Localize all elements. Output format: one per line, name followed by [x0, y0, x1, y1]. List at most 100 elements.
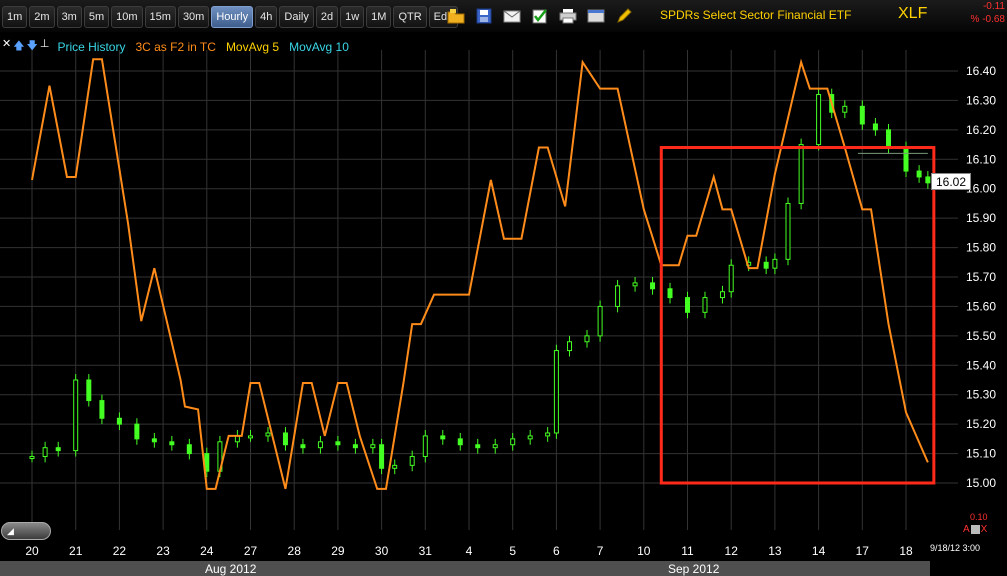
- month-label-aug: Aug 2012: [205, 562, 257, 576]
- candle-body: [615, 285, 621, 307]
- candle-body: [632, 282, 638, 287]
- candle-body: [597, 305, 603, 337]
- chart-scroll-thumb[interactable]: ◢: [1, 522, 51, 540]
- close-x-icon[interactable]: X: [981, 524, 988, 535]
- candle-body: [370, 444, 376, 449]
- y-tick-label: 15.90: [966, 211, 996, 225]
- candle-body: [859, 105, 865, 125]
- candle-body: [248, 435, 253, 439]
- x-tick-label: 7: [597, 544, 604, 558]
- x-tick-label: 23: [156, 544, 170, 558]
- y-tick-label: 15.60: [966, 299, 996, 313]
- y-tick-label: 15.80: [966, 241, 996, 255]
- folder-icon[interactable]: [446, 7, 466, 25]
- legend-price-history[interactable]: Price History: [57, 40, 125, 54]
- candle-body: [584, 335, 590, 343]
- timeframe-button-15m[interactable]: 15m: [144, 6, 176, 28]
- timeframe-button-qtr[interactable]: QTR: [393, 6, 427, 28]
- y-tick-label: 16.10: [966, 152, 996, 166]
- timeframe-button-2m[interactable]: 2m: [29, 6, 55, 28]
- candle-body: [134, 423, 140, 440]
- candle-body: [719, 291, 725, 299]
- price-chart: 16.4016.3016.2016.1016.0015.9015.8015.70…: [0, 50, 996, 558]
- x-tick-label: 28: [288, 544, 302, 558]
- candle-body: [300, 444, 306, 449]
- y-tick-label: 15.70: [966, 270, 996, 284]
- candle-body: [475, 444, 481, 449]
- timeframe-button-3m[interactable]: 3m: [56, 6, 82, 28]
- save-icon[interactable]: [474, 7, 494, 25]
- candle-body: [440, 435, 446, 440]
- checkbox-icon[interactable]: [530, 7, 550, 25]
- candle-body: [409, 456, 415, 466]
- chart-grid: [0, 50, 958, 530]
- candle-body: [317, 441, 323, 449]
- arrow-up-icon[interactable]: 🡅: [13, 37, 24, 56]
- candle-body: [422, 435, 428, 458]
- candle-body: [567, 341, 573, 352]
- legend: ✕ 🡅 🡇 ⊥ Price History 3C as F2 in TC Mov…: [2, 37, 359, 56]
- grip-icon: ◢: [7, 526, 14, 536]
- candle-body: [55, 447, 61, 452]
- x-tick-label: 27: [244, 544, 258, 558]
- timeframe-button-2d[interactable]: 2d: [315, 6, 339, 28]
- arrow-down-icon[interactable]: 🡇: [27, 37, 38, 56]
- timestamp: 9/18/12 3:00: [930, 543, 981, 553]
- highlight-box: [659, 146, 936, 485]
- candle-body: [816, 94, 822, 146]
- legend-3c-indicator[interactable]: 3C as F2 in TC: [135, 40, 215, 54]
- timeframe-button-hourly[interactable]: Hourly: [211, 6, 254, 28]
- candle-body: [798, 144, 804, 204]
- month-bar: Aug 2012 Sep 2012: [0, 561, 930, 576]
- candle-body: [667, 288, 673, 299]
- timeframe-button-daily[interactable]: Daily: [279, 6, 314, 28]
- pin-icon[interactable]: ⊥: [40, 37, 50, 56]
- a-icon[interactable]: A: [963, 524, 970, 535]
- print-icon[interactable]: [558, 7, 578, 25]
- chart-title: SPDRs Select Sector Financial ETF: [660, 8, 852, 22]
- x-tick-label: 6: [553, 544, 560, 558]
- timeframe-button-4h[interactable]: 4h: [255, 6, 278, 28]
- y-tick-label: 15.10: [966, 447, 996, 461]
- candle-body: [392, 464, 398, 469]
- timeframe-bar: 1m 2m 3m 5m 10m 15m 30m Hourly 4h Daily 2d 1w 1M QTR E…: [2, 6, 458, 28]
- candle-body: [86, 379, 92, 402]
- candle-body: [352, 444, 358, 449]
- legend-movavg-5[interactable]: MovAvg 5: [226, 40, 279, 54]
- volume-axis-max: 0.10: [970, 512, 988, 522]
- candle-body: [685, 297, 690, 313]
- window-icon[interactable]: [586, 7, 606, 25]
- pencil-icon[interactable]: [614, 7, 634, 25]
- candle-body: [457, 438, 463, 446]
- candle-body: [925, 176, 931, 184]
- x-tick-label: 11: [681, 544, 694, 558]
- email-icon[interactable]: [502, 7, 522, 25]
- candle-body: [527, 435, 533, 440]
- volume-controls: A X: [963, 524, 987, 535]
- toggle-box-icon[interactable]: [970, 525, 980, 534]
- price-change: -0.11: [982, 1, 1005, 12]
- month-label-sep: Sep 2012: [668, 562, 720, 576]
- candle-body: [702, 297, 708, 313]
- close-icon[interactable]: ✕: [2, 37, 11, 56]
- timeframe-button-30m[interactable]: 30m: [177, 6, 210, 28]
- x-tick-label: 13: [768, 544, 782, 558]
- x-tick-label: 22: [113, 544, 127, 558]
- y-tick-label: 15.40: [966, 358, 996, 372]
- timeframe-button-10m[interactable]: 10m: [111, 6, 143, 28]
- x-tick-label: 30: [375, 544, 389, 558]
- y-tick-label: 15.00: [966, 476, 996, 490]
- price-change-pct: % -0.68: [970, 14, 1005, 25]
- x-tick-label: 4: [466, 544, 473, 558]
- candle-body: [186, 444, 192, 455]
- timeframe-button-1w[interactable]: 1w: [340, 6, 365, 28]
- candle-body: [99, 400, 105, 419]
- legend-movavg-10[interactable]: MovAvg 10: [289, 40, 349, 54]
- candle-body: [379, 444, 385, 469]
- candle-body: [903, 147, 909, 172]
- timeframe-button-1m[interactable]: 1M: [366, 6, 392, 28]
- candle-body: [335, 441, 341, 446]
- timeframe-button-1m[interactable]: 1m: [2, 6, 28, 28]
- candle-body: [872, 123, 878, 131]
- timeframe-button-5m[interactable]: 5m: [83, 6, 110, 28]
